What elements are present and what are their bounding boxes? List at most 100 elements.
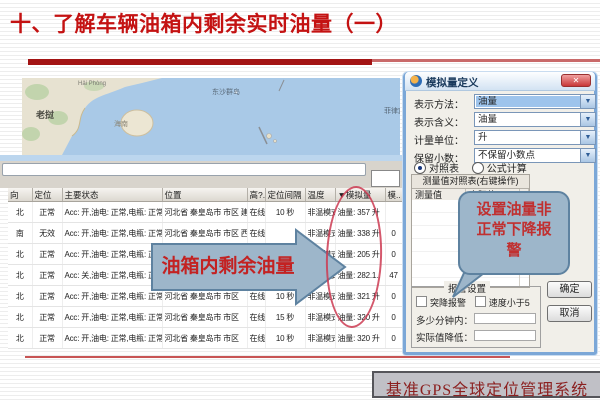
app-icon <box>410 75 422 87</box>
slide: 十、了解车辆油箱内剩余实时油量（一） 老挝 Hải Phòng 海南 东沙群岛 … <box>0 0 600 400</box>
table-cell: 0 <box>385 328 402 349</box>
table-header-cell[interactable]: 高?.. <box>247 188 265 202</box>
analog-definition-dialog: 模拟量定义 ✕ 表示方法： 油量 ▼ 表示含义： 油量 ▼ 计量单位： 升 ▼ <box>403 72 597 355</box>
unit-dropdown[interactable]: 升 ▼ <box>474 130 596 145</box>
dialog-title: 模拟量定义 <box>426 75 479 90</box>
value-drop-label: 实际值降低： <box>416 333 473 344</box>
table-cell: 正常 <box>32 328 62 349</box>
radio-formula[interactable] <box>472 162 484 174</box>
chevron-down-icon[interactable]: ▼ <box>580 131 595 144</box>
bubble-tail <box>451 272 487 299</box>
table-header-cell[interactable]: 主要状态 <box>62 188 162 202</box>
table-header-cell[interactable]: 温度 <box>305 188 335 202</box>
table-cell: 南 <box>8 223 32 244</box>
field-row-meaning: 表示含义： 油量 ▼ <box>412 112 594 128</box>
table-cell <box>385 202 402 223</box>
bottom-divider-line <box>25 356 510 358</box>
table-cell: 北 <box>8 307 32 328</box>
table-cell: 正常 <box>32 286 62 307</box>
table-cell: 10 秒 <box>265 202 305 223</box>
table-cell: Acc: 开,油电: 正常,电瓶: 正常... <box>62 328 162 349</box>
table-cell: Acc: 开,油电: 正常,电瓶: 正常... <box>62 244 162 265</box>
checkbox-label: 速度小于5 <box>489 298 530 308</box>
ok-button[interactable]: 确定 <box>547 281 592 298</box>
table-cell: 北 <box>8 286 32 307</box>
map-label-hainan: 海南 <box>114 119 128 129</box>
minutes-label: 多少分钟内： <box>416 316 473 327</box>
table-cell: 非温模式 <box>305 307 335 328</box>
page-title: 十、了解车辆油箱内剩余实时油量（一） <box>10 8 570 38</box>
dropdown-value: 升 <box>476 132 580 143</box>
value-drop-row: 实际值降低： <box>416 330 540 343</box>
dropdown-value: 油量 <box>476 114 580 125</box>
chevron-down-icon[interactable]: ▼ <box>580 113 595 126</box>
map-label-haiphong: Hải Phòng <box>78 81 106 87</box>
table-cell: 北 <box>8 265 32 286</box>
table-cell: 在线 <box>247 307 265 328</box>
table-header-cell[interactable]: 向 <box>8 188 32 202</box>
field-label: 计量单位： <box>414 132 464 147</box>
mini-panel[interactable] <box>371 170 400 187</box>
map-label-laos: 老挝 <box>36 108 54 121</box>
table-cell: 北 <box>8 202 32 223</box>
table-row[interactable]: 北正常Acc: 开,油电: 正常,电瓶: 正常...河北省 秦皇岛市 市区在线1… <box>8 328 402 349</box>
radio-lookup-table[interactable] <box>414 162 426 174</box>
lookup-caption: 测量值对照表(右键操作) <box>412 175 529 189</box>
title-divider-thin <box>372 59 600 62</box>
close-icon[interactable]: ✕ <box>561 74 591 87</box>
map-label-philippines: 菲律宾 <box>384 106 400 116</box>
field-row-method: 表示方法： 油量 ▼ <box>412 94 594 110</box>
table-cell: 正常 <box>32 307 62 328</box>
table-cell: 0 <box>385 244 402 265</box>
table-cell: Acc: 开,油电: 正常,电瓶: 正常... <box>62 223 162 244</box>
cancel-button[interactable]: 取消 <box>547 305 592 322</box>
toolbar-input[interactable] <box>2 163 366 176</box>
table-cell: 0 <box>385 286 402 307</box>
table-cell: 正常 <box>32 244 62 265</box>
table-cell: 河北省 秦皇岛市 市区 <box>162 307 247 328</box>
table-cell: 河北省 秦皇岛市 市区 <box>162 328 247 349</box>
field-row-unit: 计量单位： 升 ▼ <box>412 130 594 146</box>
fuel-arrow-label: 油箱内剩余油量 <box>158 251 298 278</box>
value-drop-input[interactable] <box>474 330 536 341</box>
table-cell: 在线 <box>247 328 265 349</box>
table-cell: Acc: 关,油电: 正常,电瓶: 正常... <box>62 265 162 286</box>
table-cell: 正常 <box>32 202 62 223</box>
table-header-cell[interactable]: 定位间隔 <box>265 188 305 202</box>
minutes-row: 多少分钟内： <box>416 313 540 326</box>
table-cell: 无效 <box>32 223 62 244</box>
table-cell: 油量: 320 升 <box>335 328 385 349</box>
table-header-cell[interactable]: 定位 <box>32 188 62 202</box>
chevron-down-icon[interactable]: ▼ <box>580 95 595 108</box>
field-label: 表示方法： <box>414 96 464 111</box>
toolbar-zone <box>0 161 402 188</box>
map-label-dongsha: 东沙群岛 <box>212 87 240 97</box>
table-cell: 0 <box>385 307 402 328</box>
field-label: 表示含义： <box>414 114 464 129</box>
table-cell: Acc: 开,油电: 正常,电瓶: 正常... <box>62 286 162 307</box>
dropdown-value: 油量 <box>476 96 580 107</box>
bubble-text-line: 警 <box>460 241 568 261</box>
table-cell: 非温模式 <box>305 328 335 349</box>
dialog-titlebar[interactable]: 模拟量定义 ✕ <box>405 72 595 91</box>
table-header-cell[interactable]: 位置 <box>162 188 247 202</box>
table-cell: Acc: 开,油电: 正常,电瓶: 正常... <box>62 202 162 223</box>
table-header-cell[interactable]: 模.. <box>385 188 402 202</box>
table-cell: Acc: 开,油电: 正常,电瓶: 正常... <box>62 307 162 328</box>
table-cell: 15 秒 <box>265 307 305 328</box>
map-view[interactable]: 老挝 Hải Phòng 海南 东沙群岛 菲律宾 <box>22 78 400 155</box>
title-divider-thick <box>28 59 372 65</box>
table-cell: 北 <box>8 244 32 265</box>
sudden-drop-checkbox[interactable] <box>416 296 427 307</box>
table-cell: 47 <box>385 265 402 286</box>
minutes-input[interactable] <box>474 313 536 324</box>
map-graphic <box>22 78 400 155</box>
table-cell: 10 秒 <box>265 328 305 349</box>
method-dropdown[interactable]: 油量 ▼ <box>474 94 596 109</box>
fuel-arrow-callout: 油箱内剩余油量 <box>150 227 348 307</box>
table-cell: 0 <box>385 223 402 244</box>
checkbox-label: 突降报警 <box>430 298 466 308</box>
table-cell: 在线 <box>247 202 265 223</box>
footer-brand-label: 基准GPS全球定位管理系统 <box>374 376 600 400</box>
meaning-dropdown[interactable]: 油量 ▼ <box>474 112 596 127</box>
